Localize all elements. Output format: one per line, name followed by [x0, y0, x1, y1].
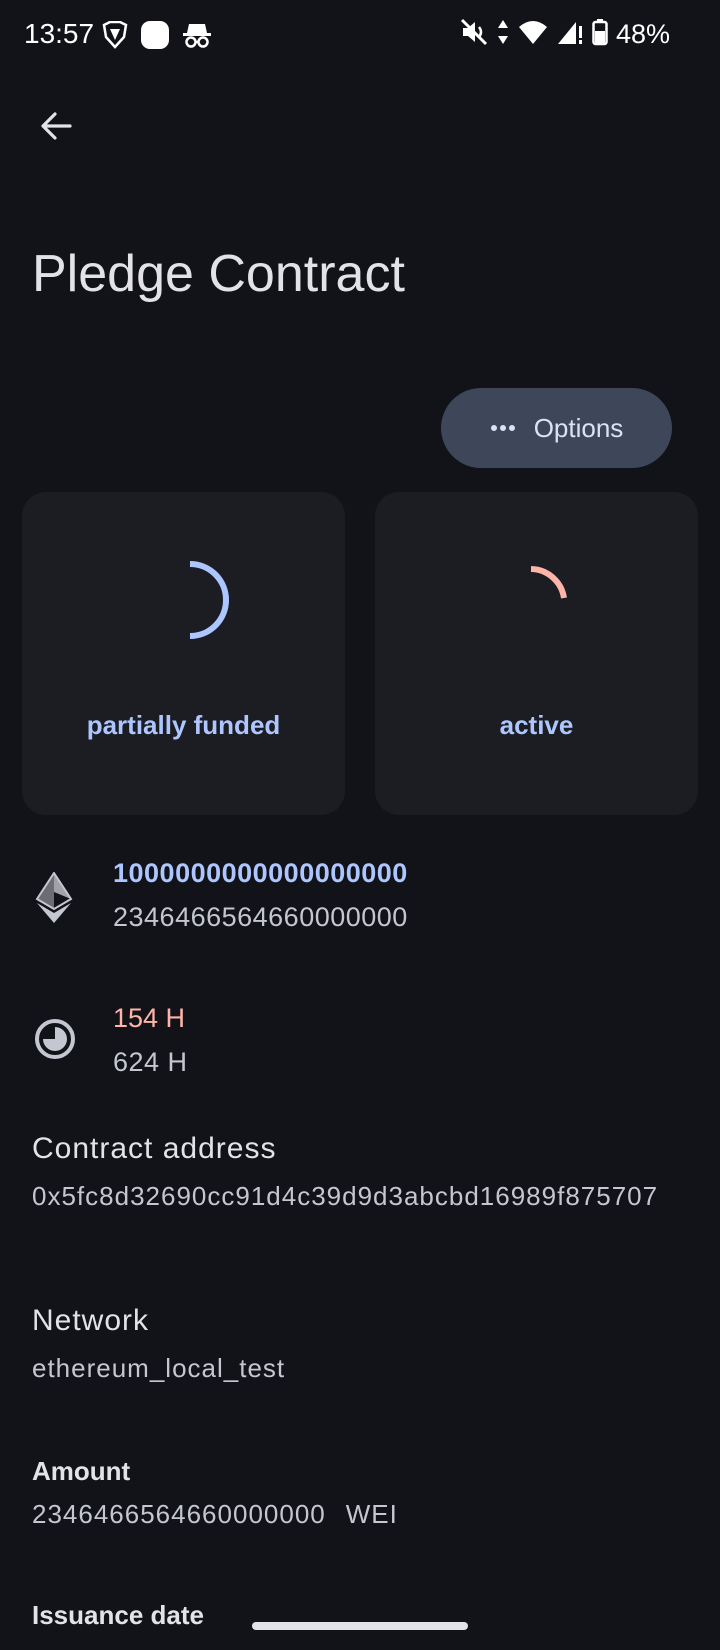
app-icon [140, 20, 170, 55]
funding-progress-spinner [22, 556, 345, 646]
mute-icon [460, 18, 488, 51]
ethereum-icon [34, 871, 74, 929]
contract-state-card: active [375, 492, 698, 815]
battery-icon [592, 18, 608, 51]
back-button[interactable] [28, 100, 84, 156]
network-label: Network [32, 1304, 150, 1337]
page-title: Pledge Contract [32, 245, 405, 303]
funding-target: 1000000000000000000 [113, 858, 408, 888]
funding-status-label: partially funded [86, 710, 281, 740]
home-indicator[interactable] [252, 1622, 468, 1630]
amount-value: 2346466564660000000 [32, 1499, 326, 1529]
arrow-left-icon [38, 108, 74, 149]
brave-icon [102, 20, 128, 54]
incognito-icon [182, 21, 212, 54]
amount-value-row: 2346466564660000000 WEI [32, 1494, 672, 1534]
status-left-icons [102, 20, 212, 55]
contract-address-value: 0x5fc8d32690cc91d4c39d9d3abcbd16989f8757… [32, 1181, 659, 1211]
time-info-row: 154 H 624 H [0, 1003, 720, 1103]
issuance-date-label: Issuance date [32, 1600, 204, 1630]
funding-status-card: partially funded [22, 492, 345, 815]
signal-icon [556, 18, 584, 51]
contract-state-label: active [499, 710, 574, 740]
amount-label: Amount [32, 1456, 131, 1486]
time-total: 624 H [113, 1047, 188, 1077]
state-progress-spinner [375, 556, 698, 646]
funding-current: 2346466564660000000 [113, 902, 408, 932]
status-bar: 13:57 48% [0, 0, 720, 72]
amount-unit: WEI [345, 1499, 398, 1529]
funding-info-row: 1000000000000000000 2346466564660000000 [0, 858, 720, 958]
options-button[interactable]: Options [441, 388, 672, 468]
wifi-icon [518, 19, 548, 50]
time-remaining: 154 H [113, 1003, 186, 1033]
network-value: ethereum_local_test [32, 1353, 286, 1383]
data-icon [496, 18, 510, 51]
status-time: 13:57 [24, 18, 95, 49]
battery-percent: 48% [615, 19, 670, 49]
status-right-icons: 48% [460, 18, 670, 51]
more-horiz-icon [490, 419, 516, 437]
contract-address-label: Contract address [32, 1132, 277, 1165]
options-label: Options [533, 412, 624, 443]
clock-icon [34, 1018, 76, 1065]
